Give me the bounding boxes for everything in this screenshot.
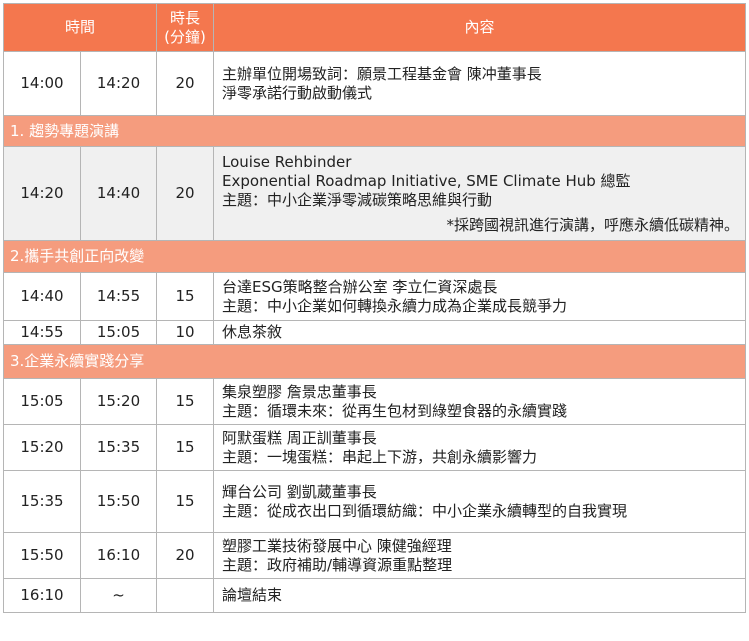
content-line: 塑膠工業技術發展中心 陳健強經理 xyxy=(222,536,452,555)
agenda-content: 台達ESG策略整合辦公室 李立仁資深處長 主題：中小企業如何轉換永續力成為企業成長… xyxy=(213,272,747,321)
start-time: 15:50 xyxy=(3,532,81,579)
end-time: 15:20 xyxy=(79,378,158,425)
agenda-row: 15:50 16:10 20 塑膠工業技術發展中心 陳健強經理 主題：政府補助/輔導資源… xyxy=(3,532,747,579)
start-time: 16:10 xyxy=(3,578,81,613)
agenda-row: 14:40 14:55 15 台達ESG策略整合辦公室 李立仁資深處長 主題：中小企業如… xyxy=(3,272,747,321)
content-line: 集泉塑膠 詹景忠董事長 xyxy=(222,382,377,401)
content-line: 台達ESG策略整合辦公室 李立仁資深處長 xyxy=(222,277,498,296)
duration-header-line2: (分鐘) xyxy=(164,27,206,46)
duration: 15 xyxy=(156,424,215,471)
duration: 20 xyxy=(156,51,215,116)
agenda-content: Louise Rehbinder Exponential Roadmap Init… xyxy=(213,146,747,241)
duration: 20 xyxy=(156,146,215,241)
agenda-content: 集泉塑膠 詹景忠董事長 主題：循環未來：從再生包材到綠塑食器的永續實踐 xyxy=(213,378,747,425)
start-time: 14:55 xyxy=(3,320,81,345)
section-row: 2.攜手共創正向改變 xyxy=(2,240,747,273)
start-time: 14:40 xyxy=(3,272,81,321)
section-row: 1. 趨勢專題演講 xyxy=(2,115,747,147)
section-title: 3.企業永續實踐分享 xyxy=(2,344,747,379)
content-line: 主題：從成衣出口到循環紡織：中小企業永續轉型的自我實現 xyxy=(222,501,628,520)
agenda-row: 15:05 15:20 15 集泉塑膠 詹景忠董事長 主題：循環未來：從再生包材到綠塑食… xyxy=(3,378,747,425)
agenda-content: 主辦單位開場致詞：願景工程基金會 陳冲董事長 淨零承諾行動啟動儀式 xyxy=(213,51,747,116)
end-time: 14:55 xyxy=(79,272,158,321)
content-line: 輝台公司 劉凱葳董事長 xyxy=(222,482,377,501)
content-header: 內容 xyxy=(213,3,747,52)
end-time: ~ xyxy=(79,578,158,613)
agenda-body: 14:00 14:20 20 主辦單位開場致詞：願景工程基金會 陳冲董事長 淨零承諾行動… xyxy=(2,51,747,613)
duration: 20 xyxy=(156,532,215,579)
agenda-row: 14:55 15:05 10 休息茶敘 xyxy=(3,320,747,345)
agenda-content: 阿默蛋糕 周正訓董事長 主題：一塊蛋糕：串起上下游，共創永續影響力 xyxy=(213,424,747,471)
start-time: 15:20 xyxy=(3,424,81,471)
content-line: 阿默蛋糕 周正訓董事長 xyxy=(222,428,377,447)
duration: 15 xyxy=(156,470,215,533)
agenda-content: 論壇結束 xyxy=(213,578,747,613)
agenda-table: 時間 時長 (分鐘) 內容 14:00 14:20 20 主辦單位開場致詞：願景工程基… xyxy=(2,3,747,613)
end-time: 14:40 xyxy=(79,146,158,241)
agenda-row: 16:10 ~ 論壇結束 xyxy=(3,578,747,613)
start-time: 14:00 xyxy=(3,51,81,116)
content-line: 主題：中小企業淨零減碳策略思維與行動 xyxy=(222,190,493,209)
content-line: 主題：政府補助/輔導資源重點整理 xyxy=(222,555,453,574)
content-line: 主題：循環未來：從再生包材到綠塑食器的永續實踐 xyxy=(222,401,568,420)
start-time: 15:05 xyxy=(3,378,81,425)
section-row: 3.企業永續實踐分享 xyxy=(2,344,747,379)
content-line: 主題：一塊蛋糕：串起上下游，共創永續影響力 xyxy=(222,447,538,466)
duration: 15 xyxy=(156,272,215,321)
duration-header: 時長 (分鐘) xyxy=(156,3,215,52)
content-note: *採跨國視訊進行演講，呼應永續低碳精神。 xyxy=(446,215,740,234)
end-time: 15:50 xyxy=(79,470,158,533)
agenda-row: 15:20 15:35 15 阿默蛋糕 周正訓董事長 主題：一塊蛋糕：串起上下游，共創永… xyxy=(3,424,747,471)
section-title: 1. 趨勢專題演講 xyxy=(2,115,747,147)
content-line: 論壇結束 xyxy=(222,586,283,604)
content-line: Louise Rehbinder xyxy=(222,152,352,171)
content-line: 休息茶敘 xyxy=(222,323,283,341)
start-time: 14:20 xyxy=(3,146,81,241)
agenda-row: 14:20 14:40 20 Louise Rehbinder Exponential … xyxy=(3,146,747,241)
start-time: 15:35 xyxy=(3,470,81,533)
end-time: 15:35 xyxy=(79,424,158,471)
agenda-row: 14:00 14:20 20 主辦單位開場致詞：願景工程基金會 陳冲董事長 淨零承諾行動… xyxy=(3,51,747,116)
end-time: 15:05 xyxy=(79,320,158,345)
content-line: 主題：中小企業如何轉換永續力成為企業成長競爭力 xyxy=(222,296,568,315)
duration: 10 xyxy=(156,320,215,345)
agenda-row: 15:35 15:50 15 輝台公司 劉凱葳董事長 主題：從成衣出口到循環紡織：中小企… xyxy=(3,470,747,533)
duration xyxy=(156,578,215,613)
content-line: 主辦單位開場致詞：願景工程基金會 陳冲董事長 xyxy=(222,64,542,83)
end-time: 16:10 xyxy=(79,532,158,579)
agenda-content: 塑膠工業技術發展中心 陳健強經理 主題：政府補助/輔導資源重點整理 xyxy=(213,532,747,579)
section-title: 2.攜手共創正向改變 xyxy=(2,240,747,273)
time-header: 時間 xyxy=(2,3,158,52)
duration-header-line1: 時長 xyxy=(170,8,201,27)
end-time: 14:20 xyxy=(79,51,158,116)
agenda-content: 休息茶敘 xyxy=(213,320,747,345)
duration: 15 xyxy=(156,378,215,425)
agenda-content: 輝台公司 劉凱葳董事長 主題：從成衣出口到循環紡織：中小企業永續轉型的自我實現 xyxy=(213,470,747,533)
content-line: 淨零承諾行動啟動儀式 xyxy=(222,83,373,102)
content-line: Exponential Roadmap Initiative, SME Clim… xyxy=(222,171,631,190)
